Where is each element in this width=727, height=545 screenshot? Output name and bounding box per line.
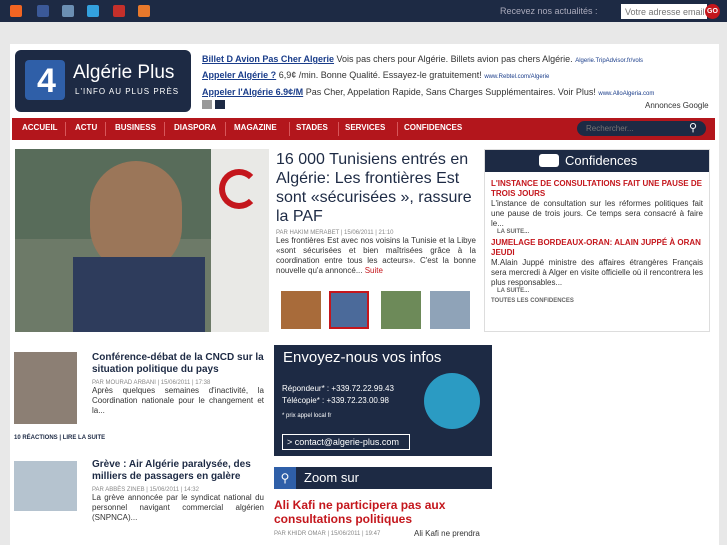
magnifier-icon: ⚲ — [274, 467, 296, 489]
confidence-more-link[interactable]: LA SUITE... — [491, 229, 703, 235]
ad-url[interactable]: www.Rebtel.com/Algerie — [484, 74, 549, 80]
confidences-heading: Confidences — [565, 153, 638, 168]
slide-thumbnail[interactable] — [281, 291, 321, 329]
nav-divider — [105, 122, 106, 136]
newsletter-email-input[interactable] — [621, 4, 707, 19]
news-title[interactable]: Conférence-débat de la CNCD sur la situa… — [92, 352, 264, 376]
right-column — [502, 345, 712, 545]
ad-row[interactable]: Appeler l'Algérie 6.9¢/M Pas Cher, Appel… — [202, 87, 712, 97]
contact-email-link[interactable]: > contact@algerie-plus.com — [282, 434, 410, 450]
nav-confidences[interactable]: CONFIDENCES — [404, 123, 462, 132]
confidence-title[interactable]: L'INSTANCE DE CONSULTATIONS FAIT UNE PAU… — [491, 179, 703, 199]
confidence-body: M.Alain Juppé ministre des affaires étra… — [491, 258, 703, 287]
brand-name: Algérie Plus — [73, 62, 175, 83]
newsletter-label: Recevez nos actualités : — [500, 6, 598, 16]
nav-stades[interactable]: STADES — [296, 123, 328, 132]
contact-box: Envoyez-nous vos infos Répondeur* : +339… — [274, 345, 492, 456]
nav-divider — [397, 122, 398, 136]
facebook-icon[interactable] — [37, 5, 49, 17]
featured-article: 16 000 Tunisiens entrés en Algérie: Les … — [276, 150, 476, 276]
fax-number: +339.72.23.00.98 — [326, 396, 389, 405]
ad-row[interactable]: Billet D Avion Pas Cher Algerie Vois pas… — [202, 54, 712, 64]
contact-fax: Télécopie* : +339.72.23.00.98 — [282, 395, 394, 407]
news-thumbnail[interactable] — [14, 461, 77, 511]
phone-number[interactable]: +339.72.22.99.43 — [331, 384, 394, 393]
confidence-body: L'instance de consultation sur les réfor… — [491, 199, 703, 228]
ad-text: Pas Cher, Appelation Rapide, Sans Charge… — [303, 87, 596, 97]
confidences-header: Confidences — [485, 150, 709, 172]
brand-tagline: L'INFO AU PLUS PRÈS — [75, 87, 180, 96]
ad-title[interactable]: Billet D Avion Pas Cher Algerie — [202, 54, 334, 64]
rss-icon[interactable] — [10, 5, 22, 17]
search-icon[interactable]: ⚲ — [689, 121, 697, 134]
flag-crescent-icon — [219, 169, 259, 209]
confidences-panel: Confidences L'INSTANCE DE CONSULTATIONS … — [484, 149, 710, 332]
telephone-icon — [424, 373, 480, 429]
ad-prev-icon[interactable] — [202, 100, 212, 109]
nav-divider — [164, 122, 165, 136]
search-input[interactable] — [577, 121, 706, 136]
slide-thumbnail[interactable] — [381, 291, 421, 329]
ad-url[interactable]: Algerie.TripAdvisor.fr/vols — [575, 58, 643, 64]
ad-title[interactable]: Appeler Algérie ? — [202, 70, 276, 80]
logo-glyph: 4 — [37, 62, 56, 100]
ads-label[interactable]: Annonces Google — [645, 101, 709, 110]
portrait-uniform — [73, 257, 205, 332]
featured-body: Les frontières Est avec nos voisins la T… — [276, 236, 476, 276]
ad-title[interactable]: Appeler l'Algérie 6.9¢/M — [202, 87, 303, 97]
nav-divider — [289, 122, 290, 136]
featured-more-link[interactable]: Suite — [365, 266, 383, 275]
nav-diaspora[interactable]: DIASPORA — [174, 123, 216, 132]
confidence-more-link[interactable]: LA SUITE... — [491, 288, 703, 294]
share-icon[interactable] — [138, 5, 150, 17]
nav-actu[interactable]: ACTU — [75, 123, 97, 132]
speech-bubble-icon — [539, 154, 559, 167]
slide-thumbnail-active[interactable] — [329, 291, 369, 329]
featured-title[interactable]: 16 000 Tunisiens entrés en Algérie: Les … — [276, 150, 476, 226]
phone-label: Répondeur* : — [282, 384, 330, 393]
newsletter-go-button[interactable]: GO — [705, 4, 720, 19]
nav-magazine[interactable]: MAGAZINE — [234, 123, 277, 132]
fax-label: Télécopie* : — [282, 396, 325, 405]
ad-next-icon[interactable] — [215, 100, 225, 109]
confidence-title[interactable]: JUMELAGE BORDEAUX-ORAN: ALAIN JUPPÉ À OR… — [491, 238, 703, 258]
nav-accueil[interactable]: ACCUEIL — [22, 123, 58, 132]
ad-url[interactable]: www.AlloAlgeria.com — [598, 91, 654, 97]
ad-text: Vois pas chers pour Algérie. Billets avi… — [334, 54, 573, 64]
zoom-body: Ali Kafi ne prendra — [414, 529, 480, 538]
ad-row[interactable]: Appeler Algérie ? 6,9¢ /min. Bonne Quali… — [202, 70, 712, 80]
all-confidences-link[interactable]: TOUTES LES CONFIDENCES — [491, 298, 703, 304]
news-thumbnail[interactable] — [14, 352, 77, 424]
news-body: La grève annoncée par le syndicat nation… — [92, 493, 264, 522]
contact-heading: Envoyez-nous vos infos — [283, 349, 442, 366]
top-bar: Recevez nos actualités : GO — [0, 0, 727, 22]
news-reactions-link[interactable]: 10 RÉACTIONS | LIRE LA SUITE — [14, 435, 105, 441]
nav-divider — [225, 122, 226, 136]
zoom-title[interactable]: Ali Kafi ne participera pas aux consulta… — [274, 498, 494, 526]
zoom-heading: Zoom sur — [304, 470, 359, 485]
ad-text: 6,9¢ /min. Bonne Qualité. Essayez-le gra… — [276, 70, 482, 80]
nav-business[interactable]: BUSINESS — [115, 123, 156, 132]
zoom-header: ⚲ Zoom sur — [274, 467, 492, 489]
mail-icon[interactable] — [62, 5, 74, 17]
site-logo[interactable]: 4 Algérie Plus L'INFO AU PLUS PRÈS — [15, 50, 191, 112]
nav-services[interactable]: SERVICES — [345, 123, 385, 132]
nav-divider — [338, 122, 339, 136]
twitter-icon[interactable] — [87, 5, 99, 17]
zoom-meta: PAR KHIDR OMAR | 15/06/2011 | 19:47 — [274, 531, 381, 537]
featured-image[interactable] — [15, 149, 269, 332]
contact-phone: Répondeur* : +339.72.22.99.43 — [282, 383, 394, 395]
contact-note: * prix appel local fr — [282, 413, 332, 419]
news-title[interactable]: Grève : Air Algérie paralysée, des milli… — [92, 459, 264, 483]
youtube-icon[interactable] — [113, 5, 125, 17]
slide-thumbnail[interactable] — [430, 291, 470, 329]
nav-divider — [65, 122, 66, 136]
news-body: Après quelques semaines d'inactivité, la… — [92, 386, 264, 415]
